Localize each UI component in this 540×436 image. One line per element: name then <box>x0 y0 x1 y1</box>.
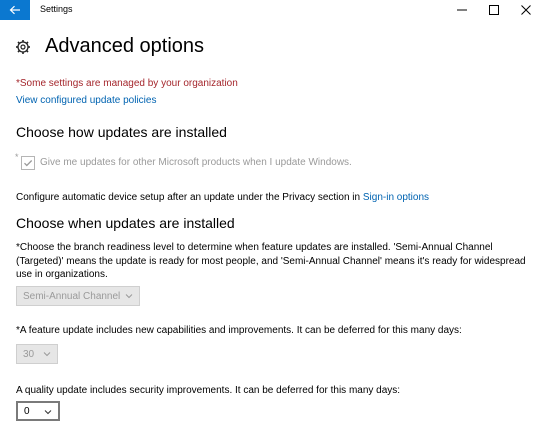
branch-desc-line-1: *Choose the branch readiness level to de… <box>16 242 493 253</box>
checkbox-asterisk: * <box>15 152 19 162</box>
branch-readiness-description: *Choose the branch readiness level to de… <box>16 241 526 282</box>
branch-readiness-value: Semi-Annual Channel <box>23 290 121 302</box>
feature-defer-value: 30 <box>23 348 35 360</box>
feature-defer-dropdown[interactable]: 30 <box>16 344 58 364</box>
quality-defer-value: 0 <box>24 405 30 417</box>
feature-defer-text: *A feature update includes new capabilit… <box>16 325 462 336</box>
install-section-heading: Choose how updates are installed <box>16 124 227 140</box>
device-setup-description: Configure automatic device setup after a… <box>16 192 361 203</box>
minimize-icon <box>457 9 467 11</box>
back-button[interactable] <box>0 0 30 20</box>
maximize-button[interactable] <box>478 0 510 20</box>
back-arrow-icon <box>9 5 20 15</box>
quality-defer-dropdown[interactable]: 0 <box>16 401 60 421</box>
quality-defer-text: A quality update includes security impro… <box>16 385 401 396</box>
window-title: Settings <box>40 4 73 14</box>
checkmark-icon <box>24 160 33 167</box>
branch-desc-line-3: use in organizations. <box>16 269 108 280</box>
other-products-label: Give me updates for other Microsoft prod… <box>40 157 352 168</box>
minimize-button[interactable] <box>446 0 478 20</box>
configured-policies-link[interactable]: View configured update policies <box>16 95 156 106</box>
maximize-icon <box>489 5 499 15</box>
managed-notice: *Some settings are managed by your organ… <box>16 78 238 89</box>
branch-readiness-dropdown[interactable]: Semi-Annual Channel <box>16 286 140 306</box>
gear-icon <box>16 40 30 54</box>
branch-desc-line-2: (Targeted)' means the update is ready fo… <box>16 255 526 267</box>
close-button[interactable] <box>510 0 540 20</box>
page-title: Advanced options <box>45 35 205 57</box>
other-products-checkbox[interactable] <box>21 156 35 170</box>
close-icon <box>521 5 531 15</box>
chevron-down-icon <box>43 352 51 357</box>
device-setup-text: Configure automatic device setup after a… <box>16 192 429 203</box>
chevron-down-icon <box>44 410 52 415</box>
title-bar: Settings <box>0 0 540 20</box>
when-section-heading: Choose when updates are installed <box>16 215 235 231</box>
chevron-down-icon <box>125 294 133 299</box>
signin-options-link[interactable]: Sign-in options <box>363 192 429 203</box>
